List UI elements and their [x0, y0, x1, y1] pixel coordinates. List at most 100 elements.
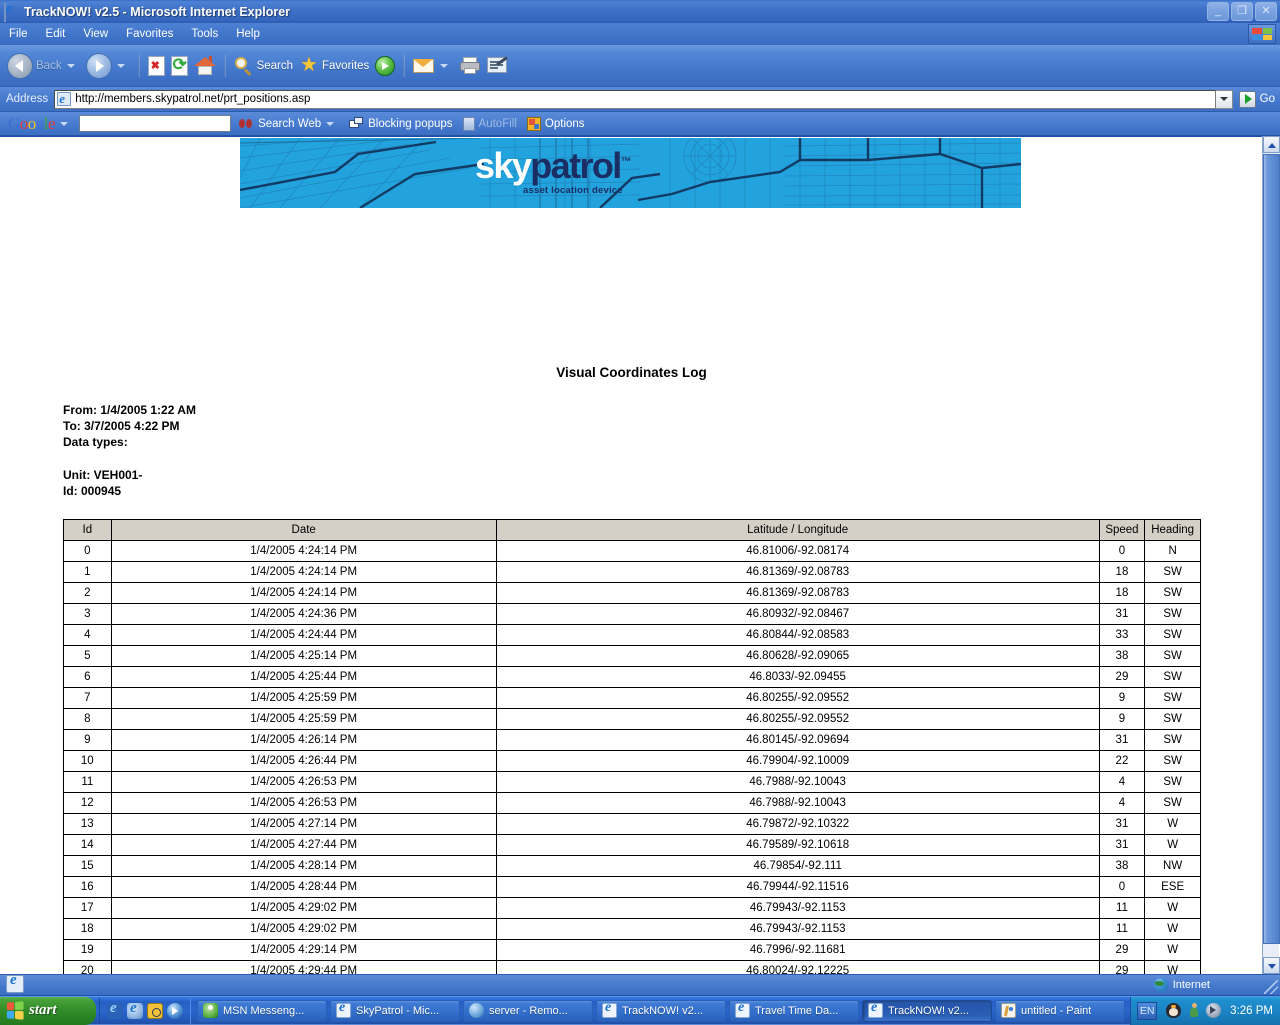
- menu-item-file[interactable]: File: [0, 26, 37, 42]
- table-body: 01/4/2005 4:24:14 PM46.81006/-92.081740N…: [64, 541, 1201, 975]
- cell-date: 1/4/2005 4:26:14 PM: [111, 730, 496, 751]
- address-input[interactable]: http://members.skypatrol.net/prt_positio…: [54, 90, 1215, 109]
- clock-icon[interactable]: [147, 1003, 163, 1019]
- banner-tagline: asset location device: [523, 185, 623, 196]
- table-row: 31/4/2005 4:24:36 PM46.80932/-92.0846731…: [64, 604, 1201, 625]
- vertical-scrollbar[interactable]: [1262, 136, 1279, 974]
- media-player-icon[interactable]: [167, 1003, 183, 1019]
- home-icon: [194, 56, 216, 76]
- forward-button[interactable]: [83, 49, 133, 83]
- refresh-button[interactable]: [168, 49, 191, 83]
- taskbar-task[interactable]: TrackNOW! v2...: [862, 1000, 992, 1022]
- cell-id: 19: [64, 940, 112, 961]
- remote-desktop-icon: [469, 1003, 484, 1018]
- window-app-icon: [4, 4, 20, 20]
- toolbar-separator-2: [224, 55, 226, 77]
- resize-grip[interactable]: [1264, 980, 1278, 994]
- cell-id: 15: [64, 856, 112, 877]
- meta-to: To: 3/7/2005 4:22 PM: [63, 418, 196, 434]
- desktop-ie-icon[interactable]: [6, 975, 24, 993]
- taskbar-task[interactable]: TrackNOW! v2...: [596, 1000, 726, 1022]
- language-indicator[interactable]: EN: [1137, 1002, 1157, 1020]
- cell-date: 1/4/2005 4:29:14 PM: [111, 940, 496, 961]
- cell-date: 1/4/2005 4:25:59 PM: [111, 688, 496, 709]
- cell-date: 1/4/2005 4:29:02 PM: [111, 919, 496, 940]
- mail-button[interactable]: [410, 49, 456, 83]
- back-button[interactable]: Back: [4, 49, 83, 83]
- column-header-heading[interactable]: Heading: [1145, 520, 1201, 541]
- address-dropdown-button[interactable]: [1216, 90, 1233, 109]
- minimize-button[interactable]: _: [1207, 2, 1229, 21]
- table-row: 181/4/2005 4:29:02 PM46.79943/-92.115311…: [64, 919, 1201, 940]
- google-search-web-button[interactable]: Search Web: [239, 117, 339, 131]
- cell-heading: W: [1145, 940, 1201, 961]
- security-zone-label: Internet: [1173, 979, 1210, 991]
- cell-speed: 18: [1099, 562, 1145, 583]
- menu-item-tools[interactable]: Tools: [182, 26, 227, 42]
- cell-latlon: 46.7988/-92.10043: [496, 793, 1099, 814]
- favorites-button[interactable]: ★ Favorites: [296, 49, 372, 83]
- scrollbar-thumb[interactable]: [1263, 154, 1280, 944]
- cell-heading: SW: [1145, 625, 1201, 646]
- meta-data-types: Data types:: [63, 434, 196, 450]
- browser-toolbar: Back Search ★ Favorites: [0, 45, 1280, 87]
- taskbar-task[interactable]: untitled - Paint: [995, 1000, 1125, 1022]
- column-header-latlon[interactable]: Latitude / Longitude: [496, 520, 1099, 541]
- search-button[interactable]: Search: [231, 49, 296, 83]
- page-viewport: skypatrol™ asset location device Visual …: [0, 136, 1280, 974]
- column-header-id[interactable]: Id: [64, 520, 112, 541]
- scroll-down-button[interactable]: [1263, 957, 1280, 974]
- taskbar-task[interactable]: MSN Messeng...: [197, 1000, 327, 1022]
- print-button[interactable]: [456, 49, 484, 83]
- cell-date: 1/4/2005 4:24:14 PM: [111, 541, 496, 562]
- forward-history-chevron-down-icon[interactable]: [117, 64, 125, 68]
- taskbar-task-label: TrackNOW! v2...: [888, 1005, 969, 1017]
- table-row: 61/4/2005 4:25:44 PM46.8033/-92.0945529S…: [64, 667, 1201, 688]
- cell-speed: 22: [1099, 751, 1145, 772]
- menu-item-favorites[interactable]: Favorites: [117, 26, 182, 42]
- cell-id: 9: [64, 730, 112, 751]
- internet-explorer-icon: [336, 1003, 351, 1018]
- maximize-button[interactable]: ❐: [1231, 2, 1253, 21]
- menu-item-view[interactable]: View: [74, 26, 117, 42]
- google-menu-chevron-down-icon[interactable]: [60, 122, 68, 126]
- google-search-input[interactable]: [79, 115, 231, 132]
- person-icon[interactable]: [1187, 1003, 1200, 1018]
- google-blocking-popups-button[interactable]: Blocking popups: [349, 117, 452, 130]
- cell-latlon: 46.8033/-92.09455: [496, 667, 1099, 688]
- start-button[interactable]: start: [0, 997, 96, 1025]
- menu-item-edit[interactable]: Edit: [37, 26, 75, 42]
- column-header-speed[interactable]: Speed: [1099, 520, 1145, 541]
- column-header-date[interactable]: Date: [111, 520, 496, 541]
- qq-penguin-icon[interactable]: [1166, 1003, 1181, 1018]
- google-search-chevron-down-icon[interactable]: [326, 122, 334, 126]
- cell-latlon: 46.79854/-92.111: [496, 856, 1099, 877]
- internet-explorer-icon: [868, 1003, 883, 1018]
- scroll-up-button[interactable]: [1263, 136, 1280, 153]
- taskbar-task[interactable]: SkyPatrol - Mic...: [330, 1000, 460, 1022]
- taskbar-task[interactable]: server - Remo...: [463, 1000, 593, 1022]
- quick-launch-bar: [99, 998, 191, 1024]
- google-options-label: Options: [545, 118, 585, 130]
- meta-spacer: [63, 451, 196, 467]
- taskbar-clock[interactable]: 3:26 PM: [1230, 1005, 1273, 1017]
- menu-item-help[interactable]: Help: [227, 26, 269, 42]
- google-options-button[interactable]: Options: [527, 117, 585, 131]
- google-autofill-button[interactable]: AutoFill: [463, 117, 517, 131]
- taskbar-task[interactable]: Travel Time Da...: [729, 1000, 859, 1022]
- media-button[interactable]: [372, 49, 398, 83]
- back-history-chevron-down-icon[interactable]: [67, 64, 75, 68]
- cell-speed: 9: [1099, 688, 1145, 709]
- internet-explorer-icon[interactable]: [127, 1003, 143, 1019]
- volume-icon[interactable]: [1206, 1003, 1221, 1018]
- close-button[interactable]: ✕: [1255, 2, 1277, 21]
- taskbar-task-label: Travel Time Da...: [755, 1005, 838, 1017]
- home-button[interactable]: [191, 49, 219, 83]
- meta-unit: Unit: VEH001-: [63, 467, 196, 483]
- show-desktop-icon[interactable]: [107, 1003, 123, 1019]
- stop-button[interactable]: [145, 49, 168, 83]
- magnifier-icon: [234, 56, 254, 76]
- go-button[interactable]: Go: [1239, 91, 1275, 108]
- mail-chevron-down-icon[interactable]: [440, 64, 448, 68]
- edit-button[interactable]: [484, 49, 512, 83]
